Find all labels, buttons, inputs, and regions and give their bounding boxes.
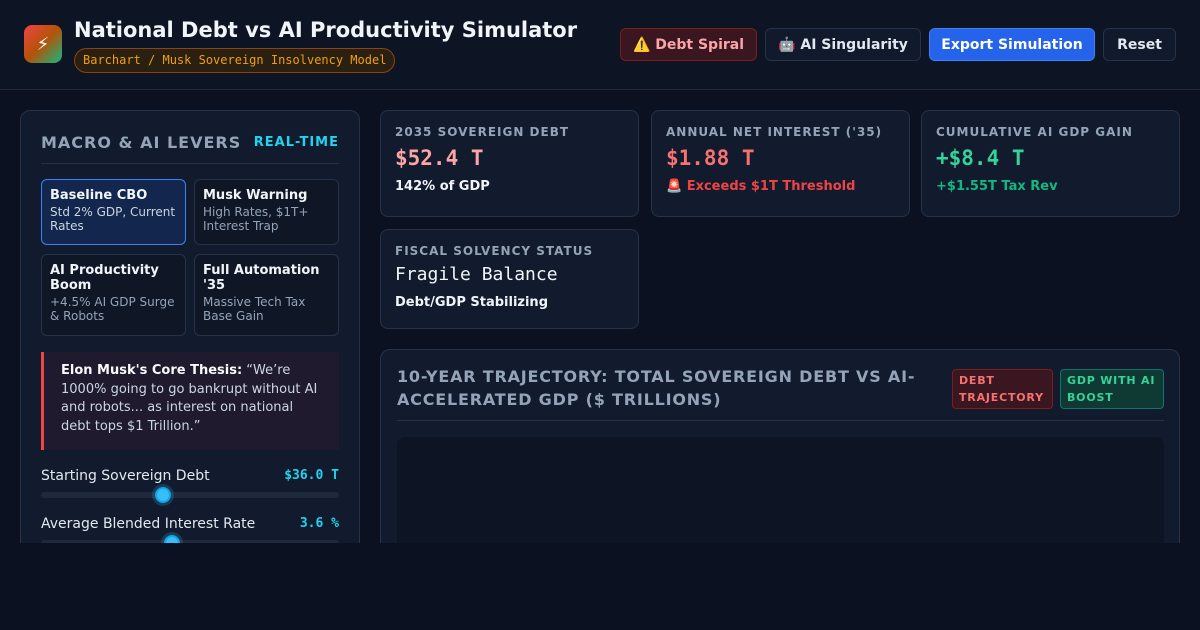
preset-desc: High Rates, $1T+ Interest Trap	[203, 205, 309, 233]
lightning-icon: ⚡	[24, 25, 62, 63]
card-value: $1.88 T	[666, 146, 755, 170]
preset-baseline-cbo[interactable]: Baseline CBO Std 2% GDP, Current Rates	[41, 179, 186, 245]
preset-name: Musk Warning	[203, 188, 308, 203]
debt-spiral-button[interactable]: ⚠️ Debt Spiral	[620, 28, 757, 61]
panel-header: MACRO & AI LEVERS REAL-TIME	[41, 131, 339, 164]
card-label: ANNUAL NET INTEREST ('35)	[666, 125, 883, 139]
sovereign-debt-card: 2035 SOVEREIGN DEBT $52.4 T 142% of GDP	[380, 110, 639, 217]
card-subtext: Debt/GDP Stabilizing	[395, 295, 548, 310]
starting-debt-label: Starting Sovereign Debt	[41, 468, 210, 484]
fiscal-solvency-card: FISCAL SOLVENCY STATUS Fragile Balance D…	[380, 229, 639, 329]
preset-ai-productivity-boom[interactable]: AI Productivity Boom +4.5% AI GDP Surge …	[41, 254, 186, 336]
card-subtext: 🚨 Exceeds $1T Threshold	[666, 179, 856, 194]
card-value: +$8.4 T	[936, 146, 1025, 170]
preset-name: Baseline CBO	[50, 188, 148, 203]
preset-name: AI Productivity Boom	[50, 263, 159, 293]
card-label: CUMULATIVE AI GDP GAIN	[936, 125, 1133, 139]
preset-musk-warning[interactable]: Musk Warning High Rates, $1T+ Interest T…	[194, 179, 339, 245]
card-subtext: 142% of GDP	[395, 179, 490, 194]
export-simulation-button[interactable]: Export Simulation	[929, 28, 1095, 61]
ai-singularity-button[interactable]: 🤖 AI Singularity	[765, 28, 921, 61]
realtime-tag: REAL-TIME	[253, 135, 339, 150]
app-title: National Debt vs AI Productivity Simulat…	[74, 18, 578, 42]
legend-debt-trajectory[interactable]: DEBT TRAJECTORY	[952, 369, 1053, 409]
card-subtext: +$1.55T Tax Rev	[936, 179, 1058, 194]
app-header: ⚡ National Debt vs AI Productivity Simul…	[0, 0, 1200, 90]
interest-rate-value: 3.6 %	[299, 516, 339, 531]
starting-debt-value: $36.0 T	[284, 468, 339, 483]
preset-desc: +4.5% AI GDP Surge & Robots	[50, 295, 175, 323]
starting-debt-slider[interactable]	[41, 492, 339, 498]
card-value: $52.4 T	[395, 146, 484, 170]
page-background	[0, 543, 1200, 630]
quote-author: Elon Musk's Core Thesis:	[61, 363, 243, 378]
preset-desc: Std 2% GDP, Current Rates	[50, 205, 176, 233]
interest-rate-label: Average Blended Interest Rate	[41, 516, 256, 532]
chart-title: 10-YEAR TRAJECTORY: TOTAL SOVEREIGN DEBT…	[397, 367, 916, 409]
divider	[397, 420, 1164, 421]
card-label: FISCAL SOLVENCY STATUS	[395, 244, 594, 258]
musk-quote: Elon Musk's Core Thesis: “We’re 1000% go…	[41, 352, 339, 450]
ai-gdp-gain-card: CUMULATIVE AI GDP GAIN +$8.4 T +$1.55T T…	[921, 110, 1180, 217]
card-value: Fragile Balance	[395, 264, 558, 285]
starting-debt-slider-thumb[interactable]	[155, 487, 172, 503]
card-label: 2035 SOVEREIGN DEBT	[395, 125, 570, 139]
reset-button[interactable]: Reset	[1103, 28, 1176, 61]
panel-title: MACRO & AI LEVERS	[41, 133, 242, 152]
model-subtitle-badge: Barchart / Musk Sovereign Insolvency Mod…	[74, 48, 396, 73]
preset-desc: Massive Tech Tax Base Gain	[203, 295, 306, 323]
net-interest-card: ANNUAL NET INTEREST ('35) $1.88 T 🚨 Exce…	[651, 110, 910, 217]
preset-full-automation[interactable]: Full Automation '35 Massive Tech Tax Bas…	[194, 254, 339, 336]
macro-levers-panel: MACRO & AI LEVERS REAL-TIME Baseline CBO…	[20, 110, 360, 570]
preset-name: Full Automation '35	[203, 263, 320, 293]
legend-gdp-ai-boost[interactable]: GDP WITH AI BOOST	[1060, 369, 1164, 409]
